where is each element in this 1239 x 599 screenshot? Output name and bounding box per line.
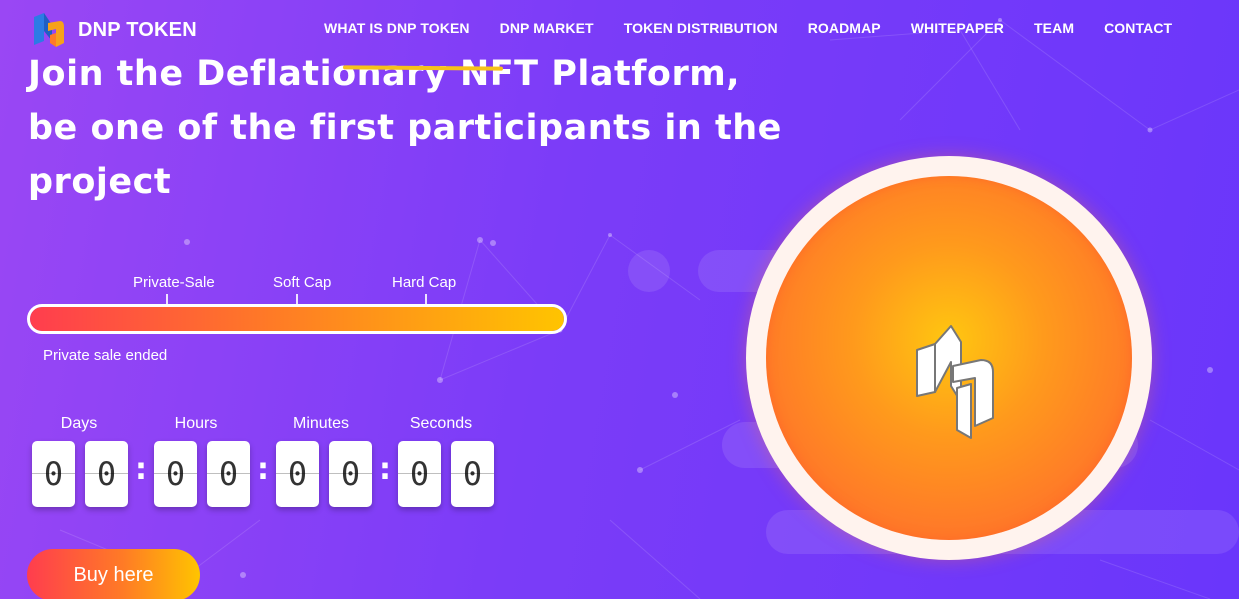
top-navigation: WHAT IS DNP TOKEN DNP MARKET TOKEN DISTR… [324,20,1172,36]
countdown-separator: : [379,452,391,487]
nav-contact[interactable]: CONTACT [1104,20,1172,36]
dnp-coin-face [766,176,1132,540]
hero-headline-line-2: be one of the first participants in the [28,108,782,148]
sale-status-text: Private sale ended [43,347,168,364]
nav-team[interactable]: TEAM [1034,20,1074,36]
milestone-private-sale: Private-Sale [133,274,215,291]
countdown-separator: : [135,452,147,487]
sale-progress-fill [30,307,564,331]
nav-roadmap[interactable]: ROADMAP [808,20,881,36]
countdown-label-days: Days [60,415,98,432]
countdown-digit-minutes-1: 0 [276,441,319,507]
countdown-digit-days-2: 0 [85,441,128,507]
countdown-digit-minutes-2: 0 [329,441,372,507]
nav-dnp-market[interactable]: DNP MARKET [500,20,594,36]
nav-what-is-dnp-token[interactable]: WHAT IS DNP TOKEN [324,20,470,36]
countdown-label-minutes: Minutes [292,415,350,432]
hero-headline-line-3: project [28,162,172,202]
countdown-digit-seconds-2: 0 [451,441,494,507]
dnp-coin-logo-icon [916,325,994,439]
hero-headline: Join the Deflationary NFT Platform, be o… [28,47,782,209]
countdown-label-hours: Hours [174,415,218,432]
decorative-pill [628,250,670,292]
milestone-hard-cap: Hard Cap [392,274,457,291]
buy-here-button[interactable]: Buy here [27,549,200,599]
dnp-coin-graphic [746,156,1152,560]
countdown-digit-seconds-1: 0 [398,441,441,507]
countdown-separator: : [257,452,269,487]
brand-name: DNP TOKEN [78,18,197,41]
countdown-digit-days-1: 0 [32,441,75,507]
sale-progress-bar [27,304,567,334]
nav-token-distribution[interactable]: TOKEN DISTRIBUTION [624,20,778,36]
countdown-label-seconds: Seconds [409,415,473,432]
hero-headline-line-1: Join the Deflationary NFT Platform, [28,54,740,94]
nav-whitepaper[interactable]: WHITEPAPER [911,20,1004,36]
countdown-digit-hours-1: 0 [154,441,197,507]
dnp-logo-icon [34,13,64,47]
countdown-digit-hours-2: 0 [207,441,250,507]
milestone-soft-cap: Soft Cap [273,274,332,291]
brand-logo[interactable]: DNP TOKEN [30,11,197,49]
